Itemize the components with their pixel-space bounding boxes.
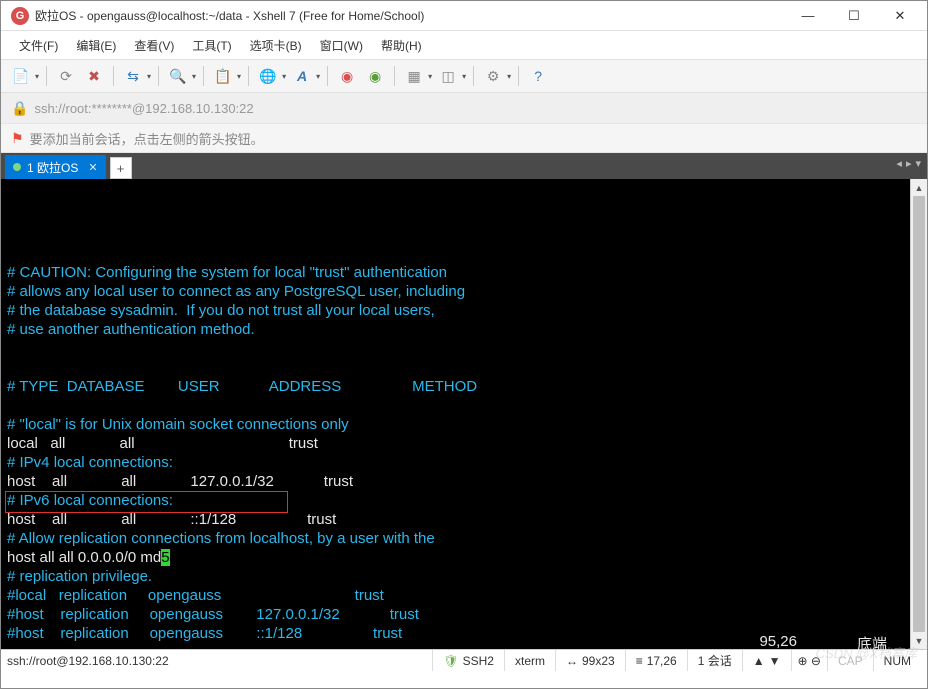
terminal-line: # replication privilege. <box>7 567 904 586</box>
terminal-line: # the database sysadmin. If you do not t… <box>7 301 904 320</box>
status-connection: ssh://root@192.168.10.130:22 <box>7 654 432 668</box>
shield-icon: 🛡 <box>443 654 458 668</box>
status-proto: SSH2 <box>463 654 494 668</box>
terminal-line: # IPv4 local connections: <box>7 453 904 472</box>
info-text: 要添加当前会话，点击左侧的箭头按钮。 <box>30 129 264 148</box>
terminal-line <box>7 244 904 263</box>
tab-next-icon[interactable]: ▸ <box>906 157 912 170</box>
terminal-line <box>7 339 904 358</box>
menu-view[interactable]: 查看(V) <box>126 34 182 57</box>
info-bar: ⚑ 要添加当前会话，点击左侧的箭头按钮。 <box>1 123 927 153</box>
terminal-line: host all all 127.0.0.1/32 trust <box>7 472 904 491</box>
xftp-icon[interactable]: ◉ <box>363 64 387 88</box>
lock-icon: 🔒 <box>11 100 28 117</box>
transfer-icon[interactable]: ⇆ <box>121 64 145 88</box>
status-cursor: 17,26 <box>647 654 677 668</box>
status-dot-icon <box>13 163 21 171</box>
font-icon[interactable]: A <box>290 64 314 88</box>
tab-nav: ◂ ▸ ▾ <box>896 157 921 170</box>
menu-help[interactable]: 帮助(H) <box>373 34 430 57</box>
vim-mode: 底端 <box>857 633 887 654</box>
menu-window[interactable]: 窗口(W) <box>312 34 371 57</box>
scrollbar[interactable]: ▲ ▼ <box>910 179 927 649</box>
terminal-line: local all all trust <box>7 434 904 453</box>
menu-tools[interactable]: 工具(T) <box>184 34 239 57</box>
maximize-button[interactable]: ☐ <box>831 1 877 31</box>
resize-icon: ↔ <box>566 654 578 668</box>
search-icon[interactable]: 🔍 <box>166 64 190 88</box>
new-session-icon[interactable]: 📄 <box>9 64 33 88</box>
terminal-line: #local replication opengauss trust <box>7 586 904 605</box>
copy-icon[interactable]: 📋 <box>211 64 235 88</box>
menu-file[interactable]: 文件(F) <box>11 34 66 57</box>
scroll-up-icon[interactable]: ▲ <box>911 179 927 196</box>
terminal-line: # TYPE DATABASE USER ADDRESS METHOD <box>7 377 904 396</box>
app-icon: G <box>11 7 29 25</box>
toolbar: 📄▾ ⟳ ✖ ⇆▾ 🔍▾ 📋▾ 🌐▾ A▾ ◉ ◉ ▦▾ ◫▾ ⚙▾ ? <box>1 59 927 93</box>
globe-icon[interactable]: 🌐 <box>256 64 280 88</box>
status-size: 99x23 <box>582 654 615 668</box>
terminal-line: #host replication opengauss 127.0.0.1/32… <box>7 605 904 624</box>
status-term: xterm <box>504 650 555 671</box>
menu-edit[interactable]: 编辑(E) <box>68 34 124 57</box>
terminal-line: # use another authentication method. <box>7 320 904 339</box>
terminal-line: # CAUTION: Configuring the system for lo… <box>7 263 904 282</box>
address-text: ssh://root:********@192.168.10.130:22 <box>34 101 253 116</box>
terminal-line: host all all ::1/128 trust <box>7 510 904 529</box>
reconnect-icon[interactable]: ⟳ <box>54 64 78 88</box>
menu-tab[interactable]: 选项卡(B) <box>242 34 310 57</box>
minimize-button[interactable]: — <box>785 1 831 31</box>
terminal-line: # "local" is for Unix domain socket conn… <box>7 415 904 434</box>
close-button[interactable]: ✕ <box>877 1 923 31</box>
terminal-line: # Allow replication connections from loc… <box>7 529 904 548</box>
vim-status: 95,26 底端 <box>759 633 887 654</box>
layout-icon[interactable]: ▦ <box>402 64 426 88</box>
terminal-line: host all all 0.0.0.0/0 md5 <box>7 548 904 567</box>
nav-down-icon[interactable]: ▼ <box>769 654 781 668</box>
tab-close-icon[interactable]: ✕ <box>88 161 97 174</box>
nav-up-icon[interactable]: ▲ <box>753 654 765 668</box>
tab-active[interactable]: 1 欧拉OS ✕ <box>5 155 106 179</box>
terminal-line <box>7 358 904 377</box>
disconnect-icon[interactable]: ✖ <box>82 64 106 88</box>
address-bar[interactable]: 🔒 ssh://root:********@192.168.10.130:22 <box>1 93 927 123</box>
settings-icon[interactable]: ⚙ <box>481 64 505 88</box>
scroll-down-icon[interactable]: ▼ <box>911 632 927 649</box>
cursor-icon: ≡ <box>636 654 643 668</box>
scroll-thumb[interactable] <box>913 196 925 632</box>
tab-bar: 1 欧拉OS ✕ + ◂ ▸ ▾ <box>1 153 927 179</box>
flag-icon: ⚑ <box>11 130 24 147</box>
terminal-line: # IPv6 local connections: <box>7 491 904 510</box>
tab-menu-icon[interactable]: ▾ <box>915 157 921 170</box>
terminal[interactable]: # CAUTION: Configuring the system for lo… <box>1 179 910 649</box>
menubar: 文件(F) 编辑(E) 查看(V) 工具(T) 选项卡(B) 窗口(W) 帮助(… <box>1 31 927 59</box>
split-icon[interactable]: ◫ <box>436 64 460 88</box>
tab-add-button[interactable]: + <box>110 157 132 179</box>
tab-label: 1 欧拉OS <box>27 159 78 176</box>
status-sessions: 1 会话 <box>687 650 742 671</box>
terminal-line <box>7 396 904 415</box>
xshell-icon[interactable]: ◉ <box>335 64 359 88</box>
terminal-line: # allows any local user to connect as an… <box>7 282 904 301</box>
vim-position: 95,26 <box>759 633 797 654</box>
window-title: 欧拉OS - opengauss@localhost:~/data - Xshe… <box>35 7 785 24</box>
titlebar: G 欧拉OS - opengauss@localhost:~/data - Xs… <box>1 1 927 31</box>
help-icon[interactable]: ? <box>526 64 550 88</box>
tab-prev-icon[interactable]: ◂ <box>896 157 902 170</box>
